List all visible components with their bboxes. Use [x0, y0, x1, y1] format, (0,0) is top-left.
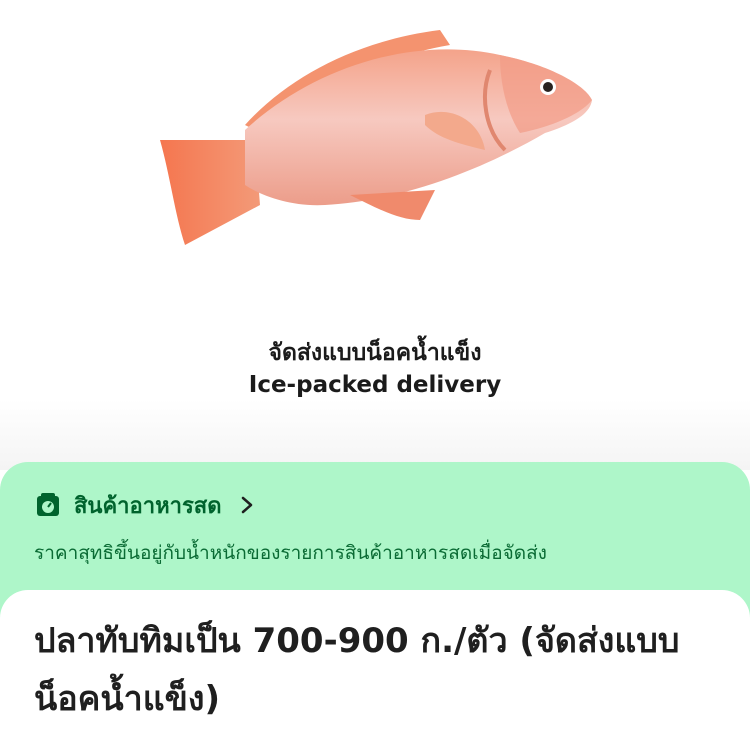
fish-image	[160, 30, 592, 245]
product-image-area: จัดส่งแบบน็อคน้ำแข็ง Ice-packed delivery	[0, 0, 750, 470]
fresh-food-title: สินค้าอาหารสด	[74, 493, 222, 519]
delivery-caption-thai: จัดส่งแบบน็อคน้ำแข็ง	[268, 340, 482, 366]
product-title: ปลาทับทิมเป็น 700-900 ก./ตัว (จัดส่งแบบน…	[34, 621, 680, 719]
product-info-card: ปลาทับทิมเป็น 700-900 ก./ตัว (จัดส่งแบบน…	[0, 590, 750, 750]
delivery-caption-english: Ice-packed delivery	[248, 372, 502, 398]
scale-icon	[37, 493, 59, 516]
chevron-right-icon	[241, 496, 252, 514]
fresh-food-description: ราคาสุทธิขึ้นอยู่กับน้ำหนักของรายการสินค…	[34, 542, 547, 564]
fresh-food-header[interactable]: สินค้าอาหารสด	[34, 490, 254, 520]
